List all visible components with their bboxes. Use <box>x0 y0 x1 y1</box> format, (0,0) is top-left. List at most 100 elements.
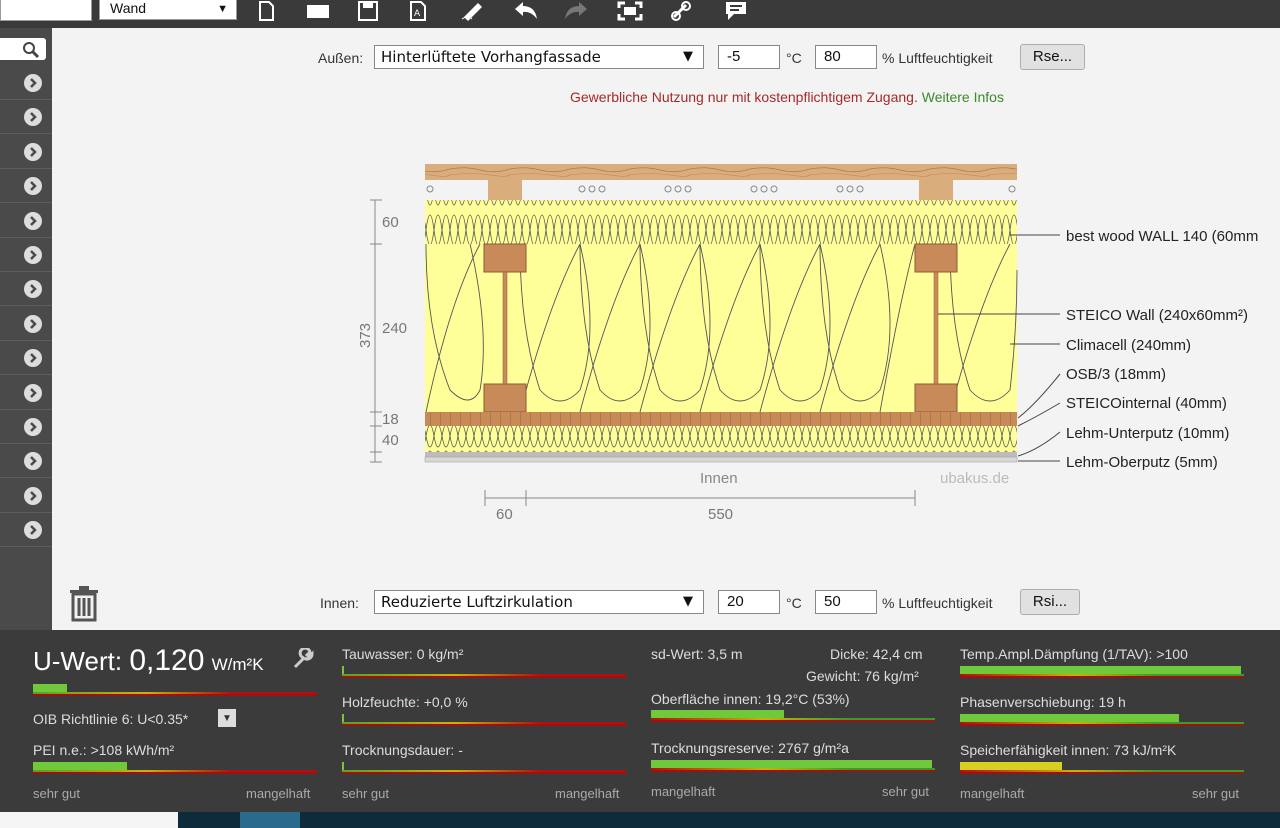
component-type-value: Wand <box>110 0 147 16</box>
inside-temp-unit: °C <box>786 595 802 611</box>
stud-web-right <box>933 271 939 385</box>
u-value-bar <box>33 684 317 696</box>
pei-bar <box>33 762 317 774</box>
wrench-icon[interactable] <box>292 648 314 670</box>
watermark: ubakus.de <box>940 470 1009 487</box>
inside-label: Innen: <box>320 595 359 611</box>
inside-humidity-unit: % Luftfeuchtigkeit <box>882 595 993 611</box>
layer-label[interactable]: Lehm-Unterputz (10mm) <box>1066 425 1229 442</box>
layer-expand-button[interactable] <box>0 238 52 272</box>
layer-expand-button[interactable] <box>0 169 52 204</box>
inside-humidity-input[interactable]: 50 <box>815 590 877 614</box>
edit-icon[interactable] <box>460 0 488 22</box>
more-info-link[interactable]: Weitere Infos <box>922 89 1004 105</box>
layer-expand-button[interactable] <box>0 513 52 548</box>
chevron-right-icon <box>24 418 42 436</box>
scale-bad-label: mangelhaft <box>246 786 311 801</box>
rsi-button[interactable]: Rsi... <box>1020 589 1080 615</box>
component-type-select[interactable]: Wand ▼ <box>99 0 237 20</box>
fullscreen-icon[interactable] <box>616 0 644 22</box>
sd-value: sd-Wert: 3,5 m <box>651 646 743 662</box>
stud-top-flange-right <box>914 243 958 273</box>
scale-bad-label: mangelhaft <box>960 786 1025 801</box>
stud-web-left <box>502 271 508 385</box>
layer-label[interactable]: OSB/3 (18mm) <box>1066 366 1166 383</box>
svg-text:A: A <box>414 9 421 19</box>
thickness-value: Dicke: 42,4 cm <box>830 646 923 662</box>
oib-dropdown-icon[interactable]: ▼ <box>218 709 236 727</box>
results-panel: U-Wert: 0,120 W/m²K OIB Richtlinie 6: U<… <box>0 630 1280 812</box>
commercial-notice: Gewerbliche Nutzung nur mit kostenpflich… <box>570 89 1004 105</box>
outside-temperature-input[interactable]: -5 <box>718 45 780 69</box>
layer-label[interactable]: best wood WALL 140 (60mm <box>1066 228 1258 245</box>
stud-bottom-flange-right <box>914 383 958 413</box>
pei-value: PEI n.e.: >108 kWh/m² <box>33 742 175 758</box>
inside-condition-select[interactable]: Reduzierte Luftzirkulation ▼ <box>374 590 704 614</box>
condensate-value: Tauwasser: 0 kg/m² <box>342 646 464 662</box>
phase-shift-value: Phasenverschiebung: 19 h <box>960 694 1126 710</box>
pdf-icon[interactable]: A <box>404 0 432 22</box>
scale-bad-label: mangelhaft <box>555 786 620 801</box>
layer-expand-button[interactable] <box>0 66 52 100</box>
layer-expand-button[interactable] <box>0 135 52 169</box>
chevron-right-icon <box>24 280 42 299</box>
new-file-icon[interactable] <box>252 0 280 22</box>
layer-expand-button[interactable] <box>0 341 52 376</box>
dimension-label: 40 <box>382 432 399 449</box>
comment-icon[interactable] <box>722 0 750 22</box>
layer-label[interactable]: STEICOinternal (40mm) <box>1066 395 1227 412</box>
os-taskbar <box>0 812 1280 828</box>
scale-good-label: sehr gut <box>33 786 80 801</box>
osb-layer <box>425 412 1017 426</box>
save-icon[interactable] <box>354 0 382 22</box>
drying-reserve-bar <box>651 760 935 772</box>
layer-label[interactable]: STEICO Wall (240x60mm²) <box>1066 307 1248 324</box>
outside-condition-value: Hinterlüftete Vorhangfassade <box>381 48 601 66</box>
cladding-layer <box>425 164 1017 180</box>
chevron-right-icon <box>24 349 42 368</box>
chevron-right-icon <box>24 452 42 471</box>
component-name-input[interactable] <box>0 0 92 21</box>
layer-expand-button[interactable] <box>0 272 52 307</box>
u-value-display: U-Wert: 0,120 W/m²K <box>33 644 264 678</box>
layer-expand-button[interactable] <box>0 444 52 479</box>
search-box[interactable] <box>0 38 46 60</box>
layer-label[interactable]: Climacell (240mm) <box>1066 337 1191 354</box>
layer-expand-button[interactable] <box>0 479 52 513</box>
inner-surface-bar <box>651 710 935 722</box>
layer-expand-button[interactable] <box>0 307 52 341</box>
link-icon[interactable] <box>668 0 696 22</box>
drying-time-bar <box>342 762 626 774</box>
rse-button[interactable]: Rse... <box>1020 44 1085 70</box>
outside-humidity-input[interactable]: 80 <box>815 45 877 69</box>
phase-shift-bar <box>960 714 1244 726</box>
wood-moisture-bar <box>342 714 626 726</box>
inner-surface-value: Oberfläche innen: 19,2°C (53%) <box>651 691 850 707</box>
trash-icon[interactable] <box>68 584 100 622</box>
layer-expand-button[interactable] <box>0 376 52 410</box>
clay-finish-plaster-layer <box>424 456 1018 463</box>
chevron-right-icon <box>24 74 42 92</box>
outside-condition-select[interactable]: Hinterlüftete Vorhangfassade ▼ <box>374 45 704 69</box>
dimension-label: 60 <box>496 506 513 523</box>
layer-expand-button[interactable] <box>0 100 52 135</box>
chevron-right-icon <box>24 314 42 333</box>
chevron-right-icon <box>24 246 42 264</box>
inside-temperature-input[interactable]: 20 <box>718 590 780 614</box>
scale-good-label: sehr gut <box>342 786 389 801</box>
temperature-amplitude-value: Temp.Ampl.Dämpfung (1/TAV): >100 <box>960 646 1188 662</box>
heat-storage-value: Speicherfähigkeit innen: 73 kJ/m²K <box>960 742 1177 758</box>
dropdown-arrow-icon: ▼ <box>683 594 693 609</box>
u-value-number: 0,120 <box>129 644 205 677</box>
taskbar-search-area[interactable] <box>0 812 178 828</box>
total-thickness-label: 373 <box>357 323 374 348</box>
taskbar-active-app[interactable] <box>240 812 300 828</box>
folder-icon[interactable] <box>304 0 332 22</box>
undo-icon[interactable] <box>512 0 540 22</box>
layer-label[interactable]: Lehm-Oberputz (5mm) <box>1066 454 1218 471</box>
layer-expand-button[interactable] <box>0 410 52 444</box>
redo-icon[interactable] <box>562 0 590 22</box>
heat-storage-bar <box>960 762 1244 774</box>
batten-right <box>919 180 953 200</box>
layer-expand-button[interactable] <box>0 204 52 238</box>
